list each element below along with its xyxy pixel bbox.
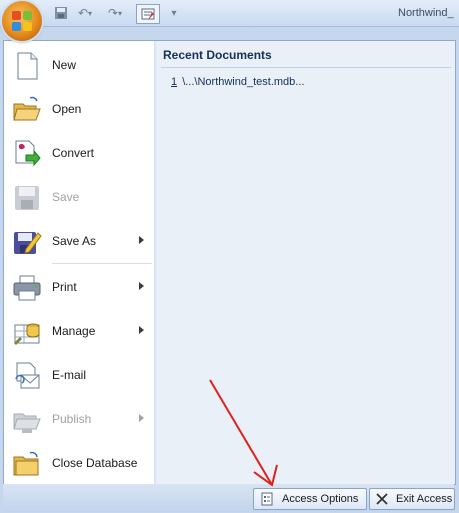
recent-document-number: 1 (171, 76, 178, 88)
menu-item-email[interactable]: E-mail (4, 355, 154, 395)
email-icon (15, 362, 40, 389)
recent-document-item[interactable]: 1 \...\Northwind_test.mdb... (171, 76, 304, 88)
menu-separator (52, 263, 152, 264)
office-logo-icon (12, 11, 32, 31)
new-document-icon (17, 52, 38, 80)
open-folder-icon (13, 96, 41, 121)
save-disk-icon (55, 7, 67, 19)
customize-dropdown-icon: ▾ (171, 7, 177, 19)
redo-icon: ↷ (107, 6, 119, 20)
chevron-down-icon: ▾ (88, 8, 93, 18)
qat-undo-button[interactable]: ↶ ▾ (74, 4, 96, 22)
qat-view-button[interactable] (136, 4, 160, 24)
window-title: Northwind_ (398, 7, 454, 19)
office-menu: New Open Convert Save Save As Print Mana… (3, 40, 456, 485)
manage-icon (14, 323, 40, 345)
menu-item-save[interactable]: Save (4, 177, 154, 217)
menu-item-open[interactable]: Open (4, 89, 154, 129)
close-database-icon (13, 451, 39, 476)
quick-access-toolbar: ↶ ▾ ↷ ▾ ▾ Northwind_ (0, 0, 459, 27)
menu-item-convert[interactable]: Convert (4, 133, 154, 173)
office-menu-footer: Access Options Exit Access (3, 484, 455, 512)
submenu-arrow-icon (139, 414, 144, 422)
access-options-button[interactable]: Access Options (253, 488, 367, 510)
undo-icon: ↶ (77, 6, 89, 20)
recent-documents-pane: Recent Documents 1 \...\Northwind_test.m… (157, 41, 455, 484)
save-as-icon (14, 232, 42, 254)
recent-documents-divider (161, 67, 451, 68)
qat-save-button[interactable] (52, 4, 70, 22)
menu-item-new[interactable]: New (4, 45, 154, 85)
office-button[interactable] (2, 1, 42, 41)
menu-item-save-as[interactable]: Save As (4, 221, 154, 261)
convert-icon (15, 140, 41, 167)
options-icon (261, 492, 273, 506)
recent-documents-header: Recent Documents (163, 48, 272, 62)
submenu-arrow-icon (139, 326, 144, 334)
submenu-arrow-icon (139, 282, 144, 290)
menu-item-print[interactable]: Print (4, 267, 154, 307)
save-disk-icon (15, 186, 39, 210)
menu-item-publish[interactable]: Publish (4, 399, 154, 439)
exit-access-button[interactable]: Exit Access (369, 488, 455, 510)
publish-icon (13, 413, 41, 433)
form-view-icon (141, 8, 155, 20)
printer-icon (13, 275, 41, 301)
menu-item-close-database[interactable]: Close Database (4, 443, 154, 483)
close-icon (376, 493, 388, 505)
qat-customize-button[interactable]: ▾ (168, 4, 180, 22)
recent-document-path: \...\Northwind_test.mdb... (182, 76, 305, 88)
qat-redo-button[interactable]: ↷ ▾ (104, 4, 126, 22)
chevron-down-icon: ▾ (118, 8, 123, 18)
submenu-arrow-icon (139, 236, 144, 244)
command-list: New Open Convert Save Save As Print Mana… (4, 41, 154, 484)
menu-item-manage[interactable]: Manage (4, 311, 154, 351)
